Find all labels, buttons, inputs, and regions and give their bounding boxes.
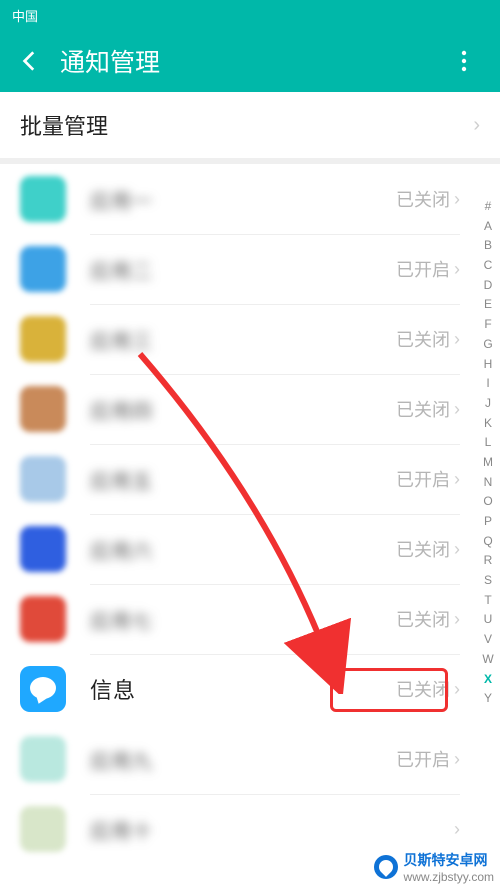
index-letter[interactable]: T [484,594,491,606]
chevron-right-icon: › [454,609,460,630]
batch-manage-row[interactable]: 批量管理 › [0,92,500,164]
watermark-title: 贝斯特安卓网 [404,850,494,870]
app-icon [20,596,66,642]
app-name-label: 应用九 [90,745,396,774]
app-list[interactable]: 应用一已关闭›应用二已开启›应用三已关闭›应用四已关闭›应用五已开启›应用六已关… [0,164,500,864]
app-status-label: 已关闭 [396,606,450,632]
app-status-label: 已关闭 [396,326,450,352]
index-letter[interactable]: E [484,298,492,310]
app-icon [20,176,66,222]
index-letter[interactable]: N [484,476,493,488]
index-letter[interactable]: # [485,200,492,212]
chevron-right-icon: › [454,679,460,700]
index-letter[interactable]: Y [484,692,492,704]
messages-icon [20,666,66,712]
watermark-url: www.zjbstyy.com [404,870,494,884]
app-name-label: 信息 [90,673,396,705]
index-letter[interactable]: I [486,377,489,389]
app-name-label: 应用七 [90,605,396,634]
alpha-index-bar[interactable]: # ABCDEFGHIJKLMNOPQRSTUVWXY [478,200,498,704]
app-status-label: 已关闭 [396,396,450,422]
app-name-label: 应用三 [90,325,396,354]
app-icon [20,316,66,362]
app-row[interactable]: 应用七已关闭› [0,584,500,654]
app-row-messages[interactable]: 信息已关闭› [0,654,500,724]
index-letter[interactable]: V [484,633,492,645]
app-icon [20,386,66,432]
chevron-right-icon: › [454,469,460,490]
chevron-right-icon: › [454,259,460,280]
watermark-logo-icon [374,855,398,879]
chevron-right-icon: › [454,329,460,350]
index-letter[interactable]: D [484,279,493,291]
app-name-label: 应用五 [90,465,396,494]
app-name-label: 应用二 [90,255,396,284]
index-letter[interactable]: J [485,397,491,409]
index-letter[interactable]: S [484,574,492,586]
index-letter[interactable]: U [484,613,493,625]
arrow-left-icon [17,48,43,74]
more-vert-icon [461,50,467,72]
chevron-right-icon: › [454,399,460,420]
index-letter[interactable]: F [484,318,491,330]
app-status-label: 已关闭 [396,536,450,562]
carrier-label: 中国 [12,6,38,25]
index-letter[interactable]: K [484,417,492,429]
app-row[interactable]: 应用二已开启› [0,234,500,304]
app-row[interactable]: 应用五已开启› [0,444,500,514]
index-letter[interactable]: G [483,338,492,350]
app-name-label: 应用一 [90,185,396,214]
chevron-right-icon: › [454,749,460,770]
index-letter[interactable]: M [483,456,493,468]
index-letter[interactable]: B [484,239,492,251]
index-letter[interactable]: R [484,554,493,566]
app-status-label: 已关闭 [396,676,450,702]
status-bar: 中国 [0,0,500,30]
app-name-label: 应用四 [90,395,396,424]
app-icon [20,246,66,292]
chevron-right-icon: › [454,189,460,210]
index-letter[interactable]: O [483,495,492,507]
chevron-right-icon: › [473,114,480,137]
watermark: 贝斯特安卓网 www.zjbstyy.com [374,850,494,884]
index-letter[interactable]: X [484,673,492,685]
batch-manage-label: 批量管理 [20,109,473,141]
app-name-label: 应用十 [90,815,454,844]
index-letter[interactable]: P [484,515,492,527]
app-status-label: 已开启 [396,256,450,282]
index-letter[interactable]: W [482,653,493,665]
index-letter[interactable]: L [485,436,492,448]
chevron-right-icon: › [454,539,460,560]
app-icon [20,456,66,502]
app-icon [20,526,66,572]
app-status-label: 已关闭 [396,186,450,212]
index-letter[interactable]: A [484,220,492,232]
app-row[interactable]: 应用三已关闭› [0,304,500,374]
index-letter[interactable]: H [484,358,493,370]
app-icon [20,806,66,852]
app-status-label: 已开启 [396,746,450,772]
index-letter[interactable]: Q [483,535,492,547]
app-icon [20,736,66,782]
app-row[interactable]: 应用四已关闭› [0,374,500,444]
app-row[interactable]: 应用一已关闭› [0,164,500,234]
overflow-menu-button[interactable] [444,39,484,83]
back-button[interactable] [8,39,52,83]
app-row[interactable]: 应用六已关闭› [0,514,500,584]
app-row[interactable]: 应用九已开启› [0,724,500,794]
index-letter[interactable]: C [484,259,493,271]
app-name-label: 应用六 [90,535,396,564]
page-title: 通知管理 [60,43,444,79]
chevron-right-icon: › [454,819,460,840]
app-header: 通知管理 [0,30,500,92]
app-status-label: 已开启 [396,466,450,492]
